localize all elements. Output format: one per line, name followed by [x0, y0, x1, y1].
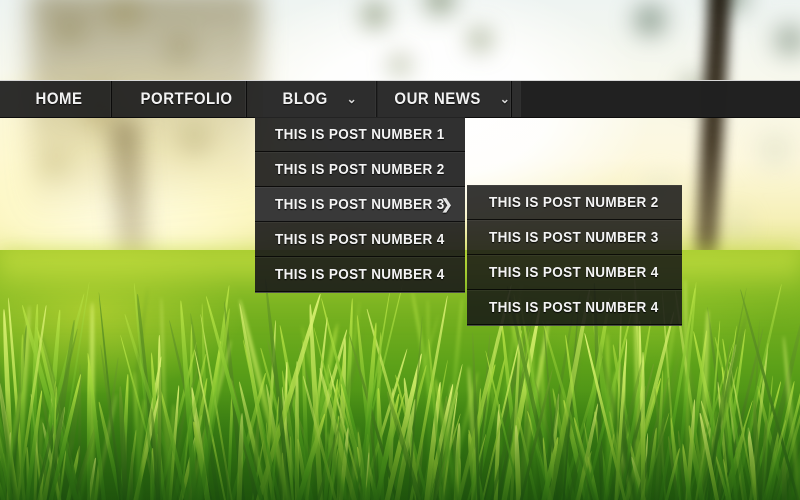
dropdown-item-label: THIS IS POST NUMBER 1: [275, 125, 445, 143]
submenu-item-label: THIS IS POST NUMBER 4: [489, 263, 659, 281]
dropdown-item[interactable]: THIS IS POST NUMBER 3 ❯: [255, 187, 465, 222]
post-3-submenu: THIS IS POST NUMBER 2 THIS IS POST NUMBER…: [467, 185, 682, 326]
submenu-item[interactable]: THIS IS POST NUMBER 3: [467, 220, 682, 255]
nav-item-portfolio[interactable]: PORTFOLIO: [127, 81, 247, 117]
dropdown-item[interactable]: THIS IS POST NUMBER 4: [255, 222, 465, 257]
submenu-item[interactable]: THIS IS POST NUMBER 2: [467, 185, 682, 220]
nav-item-blog[interactable]: BLOG ⌄: [262, 81, 378, 117]
nav-item-home[interactable]: HOME: [7, 81, 112, 117]
chevron-down-icon[interactable]: ⌄: [347, 93, 358, 105]
main-navigation-bar: HOME PORTFOLIO BLOG ⌄ OUR NEWS ⌄: [0, 80, 800, 118]
page-root: HOME PORTFOLIO BLOG ⌄ OUR NEWS ⌄ THIS IS POST…: [0, 0, 800, 500]
submenu-item-label: THIS IS POST NUMBER 3: [489, 228, 659, 246]
dropdown-item-label: THIS IS POST NUMBER 2: [275, 160, 445, 178]
submenu-item-label: THIS IS POST NUMBER 4: [489, 298, 659, 316]
blog-dropdown-menu: THIS IS POST NUMBER 1 THIS IS POST NUMBER…: [255, 117, 465, 293]
nav-item-label: BLOG: [282, 89, 328, 108]
dropdown-item-label: THIS IS POST NUMBER 4: [275, 265, 445, 283]
nav-item-label: OUR NEWS: [394, 89, 481, 108]
nav-empty-space: [520, 81, 800, 117]
submenu-item-label: THIS IS POST NUMBER 2: [489, 193, 659, 211]
chevron-down-icon[interactable]: ⌄: [500, 93, 511, 105]
dropdown-item[interactable]: THIS IS POST NUMBER 1: [255, 117, 465, 152]
grass-shadow: [0, 390, 800, 500]
nav-item-label: HOME: [35, 89, 83, 108]
dropdown-item[interactable]: THIS IS POST NUMBER 4: [255, 257, 465, 292]
submenu-item[interactable]: THIS IS POST NUMBER 4: [467, 255, 682, 290]
dropdown-item-label: THIS IS POST NUMBER 4: [275, 230, 445, 248]
nav-item-label: PORTFOLIO: [140, 89, 233, 108]
submenu-item[interactable]: THIS IS POST NUMBER 4: [467, 290, 682, 325]
chevron-right-icon[interactable]: ❯: [441, 197, 453, 211]
dropdown-item-label: THIS IS POST NUMBER 3: [275, 195, 445, 213]
dropdown-item[interactable]: THIS IS POST NUMBER 2: [255, 152, 465, 187]
nav-item-our-news[interactable]: OUR NEWS ⌄: [393, 81, 512, 117]
